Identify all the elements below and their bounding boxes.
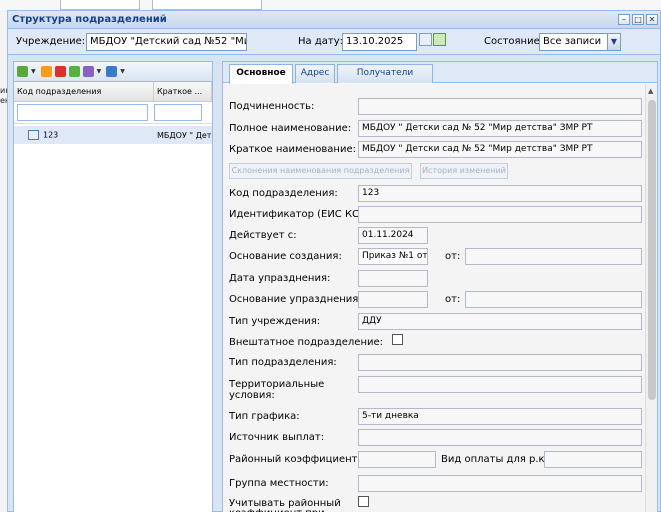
column-header-code[interactable]: Код подразделения xyxy=(14,82,154,101)
chevron-down-icon[interactable]: ▼ xyxy=(120,68,125,75)
date-field[interactable]: 13.10.2025 xyxy=(342,33,417,51)
window-titlebar[interactable]: Структура подразделений – □ ✕ xyxy=(8,11,660,29)
tab-recipients[interactable]: Получатели средств xyxy=(337,64,433,95)
structure-window: Структура подразделений – □ ✕ Учреждение… xyxy=(7,10,661,512)
payment-kind-field[interactable] xyxy=(544,451,642,468)
abolish-date-label: Дата упразднения: xyxy=(229,273,331,284)
dept-type-field[interactable] xyxy=(358,354,642,371)
eis-label: Идентификатор (ЕИС КС): xyxy=(229,209,367,220)
state-label: Состояние: xyxy=(484,36,544,47)
delete-icon[interactable] xyxy=(54,66,66,77)
background-tile xyxy=(60,0,140,10)
tab-address[interactable]: Адрес xyxy=(295,64,335,83)
valid-from-field[interactable]: 01.11.2024 xyxy=(358,227,428,244)
actions-icon[interactable] xyxy=(82,66,94,77)
schedule-field[interactable]: 5-ти дневка xyxy=(358,408,642,425)
dept-type-label: Тип подразделения: xyxy=(229,357,337,368)
details-tabs: Основное Адрес Получатели средств xyxy=(223,62,657,95)
institution-field[interactable]: МБДОУ "Детский сад №52 "Мир д xyxy=(86,33,247,51)
history-button[interactable]: История изменений xyxy=(420,163,508,179)
abolish-from-field[interactable] xyxy=(465,291,642,308)
tab-main[interactable]: Основное xyxy=(229,64,293,84)
code-field[interactable]: 123 xyxy=(358,185,642,202)
department-icon xyxy=(28,130,39,140)
district-coef-field[interactable] xyxy=(358,451,436,468)
state-select[interactable]: Все записи xyxy=(539,33,609,51)
background-app-strip xyxy=(0,0,661,10)
scrollbar-thumb[interactable] xyxy=(648,100,656,400)
territorial-label: Территориальные условия: xyxy=(229,379,325,401)
payment-source-field[interactable] xyxy=(358,429,642,446)
edit-icon[interactable] xyxy=(40,66,52,77)
grid-toolbar: ▼ ▼ ▼ xyxy=(14,62,212,82)
table-row[interactable]: 123 МБДОУ " Дет xyxy=(14,126,212,144)
short-name-filter-input[interactable] xyxy=(154,104,202,121)
territorial-field[interactable] xyxy=(358,376,642,393)
consider-coef-label: Учитывать районный коэффициент при расче… xyxy=(229,499,341,512)
abolish-date-field[interactable] xyxy=(358,270,428,287)
abolish-basis-label: Основание упразднения: xyxy=(229,294,362,305)
minimize-button[interactable]: – xyxy=(618,14,630,25)
creation-basis-field[interactable]: Приказ №1 от xyxy=(358,248,428,265)
full-name-field[interactable]: МБДОУ " Детски сад № 52 "Мир детства" ЗМ… xyxy=(358,120,642,137)
creation-from-field[interactable] xyxy=(465,248,642,265)
locality-group-field[interactable] xyxy=(358,475,642,492)
code-filter-input[interactable] xyxy=(17,104,148,121)
chevron-down-icon[interactable]: ▼ xyxy=(31,68,36,75)
column-header-short-name[interactable]: Краткое ... xyxy=(154,82,212,101)
payment-source-label: Источник выплат: xyxy=(229,432,325,443)
abolish-basis-field[interactable] xyxy=(358,291,428,308)
full-name-label: Полное наименование: xyxy=(229,123,352,134)
district-coef-label: Районный коэффициент: xyxy=(229,454,361,465)
declension-button[interactable]: Склонения наименования подразделения xyxy=(229,163,412,179)
form-scrollbar[interactable]: ▲ xyxy=(645,84,657,512)
schedule-label: Тип графика: xyxy=(229,411,300,422)
consider-coef-checkbox[interactable] xyxy=(358,496,369,507)
inst-type-label: Тип учреждения: xyxy=(229,316,321,327)
print-icon[interactable] xyxy=(106,66,118,77)
grid-header: Код подразделения Краткое ... xyxy=(14,82,212,102)
short-name-label: Краткое наименование: xyxy=(229,144,356,155)
refresh-date-icon[interactable] xyxy=(433,33,446,46)
code-label: Код подразделения: xyxy=(229,188,338,199)
row-code: 123 xyxy=(43,130,59,140)
chevron-down-icon[interactable]: ▼ xyxy=(97,68,102,75)
main-form: Подчиненность: Полное наименование: МБДО… xyxy=(223,84,647,512)
creation-basis-label: Основание создания: xyxy=(229,251,342,262)
inst-type-field[interactable]: ДДУ xyxy=(358,313,642,330)
grid-filter-row xyxy=(14,102,212,124)
background-tile xyxy=(152,0,262,10)
maximize-button[interactable]: □ xyxy=(632,14,644,25)
short-name-field[interactable]: МБДОУ " Детски сад № 52 "Мир детства" ЗМ… xyxy=(358,141,642,158)
creation-from-label: от: xyxy=(445,251,461,262)
calendar-icon[interactable] xyxy=(419,33,432,46)
row-short-name: МБДОУ " Дет xyxy=(157,130,212,140)
subordination-field[interactable] xyxy=(358,98,642,115)
eis-field[interactable] xyxy=(358,206,642,223)
details-panel: Основное Адрес Получатели средств Подчин… xyxy=(222,61,658,512)
locality-group-label: Группа местности: xyxy=(229,478,329,489)
scroll-up-icon[interactable]: ▲ xyxy=(648,87,653,95)
departments-grid-panel: ▼ ▼ ▼ Код подразделения Краткое ... 123 … xyxy=(13,61,213,512)
valid-from-label: Действует с: xyxy=(229,230,297,241)
date-label: На дату: xyxy=(298,36,343,47)
refresh-icon[interactable] xyxy=(68,66,80,77)
chevron-down-icon[interactable]: ▼ xyxy=(607,33,621,51)
freelance-label: Внештатное подразделение: xyxy=(229,337,383,348)
freelance-checkbox[interactable] xyxy=(392,334,403,345)
window-title: Структура подразделений xyxy=(12,14,167,25)
abolish-from-label: от: xyxy=(445,294,461,305)
close-button[interactable]: ✕ xyxy=(646,14,658,25)
add-icon[interactable] xyxy=(17,66,28,77)
subordination-label: Подчиненность: xyxy=(229,101,315,112)
payment-kind-label: Вид оплаты для р.к.: xyxy=(441,454,552,465)
institution-label: Учреждение: xyxy=(16,36,86,47)
filter-bar: Учреждение: МБДОУ "Детский сад №52 "Мир … xyxy=(8,29,660,55)
